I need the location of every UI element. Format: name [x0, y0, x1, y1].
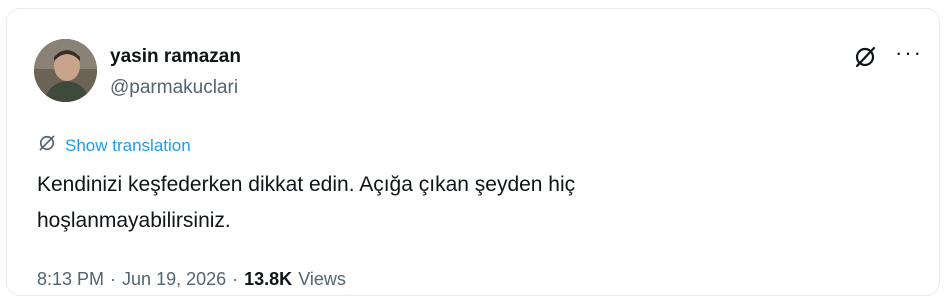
- meta-separator: ·: [110, 269, 117, 289]
- tweet-date[interactable]: Jun 19, 2026: [122, 269, 226, 290]
- slashed-circle-icon[interactable]: [853, 45, 877, 69]
- tweet-card: yasin ramazan @parmakuclari ··· Show tra…: [6, 8, 940, 296]
- views-count[interactable]: 13.8K: [244, 269, 292, 290]
- tweet-meta: 8:13 PM · Jun 19, 2026 · 13.8K Views: [37, 269, 346, 290]
- meta-separator: ·: [232, 269, 239, 289]
- more-horizontal-icon[interactable]: ···: [895, 42, 923, 64]
- author-handle[interactable]: @parmakuclari: [110, 77, 238, 99]
- show-translation-label: Show translation: [65, 135, 191, 155]
- author-name[interactable]: yasin ramazan: [110, 46, 241, 68]
- tweet-text-line: hoşlanmayabilirsiniz.: [37, 209, 231, 232]
- show-translation-link[interactable]: Show translation: [37, 133, 191, 158]
- tweet-text-line: Kendinizi keşfederken dikkat edin. Açığa…: [37, 173, 576, 196]
- translate-icon: [37, 133, 57, 158]
- tweet-time[interactable]: 8:13 PM: [37, 269, 104, 290]
- avatar[interactable]: [34, 39, 97, 102]
- tweet-text: Kendinizi keşfederken dikkat edin. Açığa…: [37, 167, 917, 239]
- views-label: Views: [298, 269, 346, 289]
